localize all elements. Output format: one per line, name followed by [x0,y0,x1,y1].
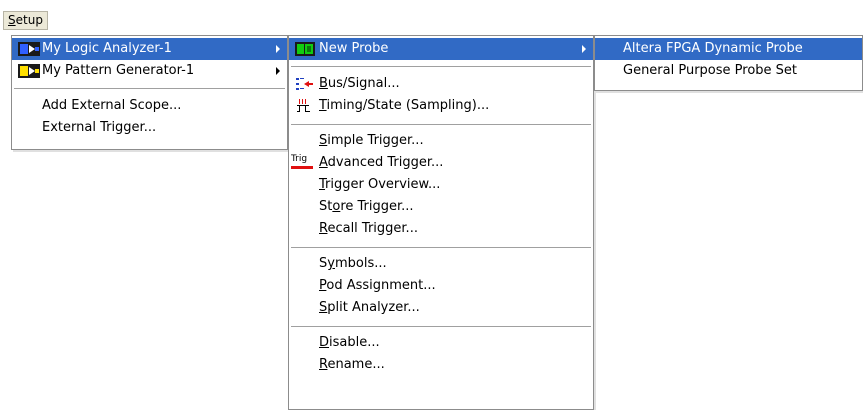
bus-signal-icon [295,77,315,91]
menu-item-rest: plit Analyzer... [327,300,420,315]
menu-separator [291,326,591,327]
menu-item-mnemonic: D [319,335,330,350]
menu-item-add-external-scope[interactable]: Add External Scope... [12,95,287,117]
menu-item-timing-state[interactable]: Timing/State (Sampling)... [289,95,593,117]
menu-separator [291,124,591,125]
menu-item-prefix: St [319,199,333,214]
menu-item-rest: rigger Overview... [325,177,441,192]
submenu-arrow-icon [276,45,280,53]
trig-badge-text: Trig [291,154,308,164]
menu-separator [291,247,591,248]
menu-item-label: Altera FPGA Dynamic Probe [623,41,803,56]
menu-item-my-pattern-generator[interactable]: My Pattern Generator-1 [12,60,287,82]
menu-item-label: External Trigger... [42,120,157,135]
new-probe-submenu: Altera FPGA Dynamic Probe General Purpos… [594,35,863,91]
advanced-trigger-icon: Trig [291,154,315,170]
menu-item-rest: od Assignment... [326,278,436,293]
trig-badge-underline [291,166,313,169]
menu-item-rest: iming/State (Sampling)... [326,98,490,113]
timing-state-icon [295,99,315,113]
new-probe-icon [295,42,315,56]
menu-item-rename[interactable]: Rename... [289,354,593,376]
menu-item-mnemonic: y [327,256,335,271]
menu-item-mnemonic: B [319,76,328,91]
menu-item-rest: imple Trigger... [327,133,424,148]
menu-setup-mnemonic: S [8,13,16,27]
menu-item-pod-assignment[interactable]: Pod Assignment... [289,275,593,297]
menu-item-label: My Logic Analyzer-1 [42,41,172,56]
menu-item-rest: mbols... [334,256,387,271]
logic-analyzer-icon [18,42,40,56]
menu-item-label: New Probe [319,41,389,56]
setup-menu: My Logic Analyzer-1 My Pattern Generator… [11,35,288,150]
menu-item-altera-fpga-dynamic-probe[interactable]: Altera FPGA Dynamic Probe [595,38,862,60]
menu-item-disable[interactable]: Disable... [289,332,593,354]
menu-item-bus-signal[interactable]: Bus/Signal... [289,73,593,95]
menu-item-recall-trigger[interactable]: Recall Trigger... [289,218,593,240]
menu-separator [14,88,285,89]
menu-setup-rest: etup [15,13,43,27]
menu-item-advanced-trigger[interactable]: Trig Advanced Trigger... [289,152,593,174]
menu-item-split-analyzer[interactable]: Split Analyzer... [289,297,593,319]
menu-item-general-purpose-probe-set[interactable]: General Purpose Probe Set [595,60,862,82]
menu-item-rest: ename... [327,357,385,372]
menu-item-rest: dvanced Trigger... [327,155,444,170]
submenu-arrow-icon [582,45,586,53]
menu-item-store-trigger[interactable]: Store Trigger... [289,196,593,218]
menu-item-my-logic-analyzer[interactable]: My Logic Analyzer-1 [12,38,287,60]
menu-item-symbols[interactable]: Symbols... [289,253,593,275]
menu-item-label: General Purpose Probe Set [623,63,798,78]
menu-item-rest: re Trigger... [340,199,414,214]
menu-item-trigger-overview[interactable]: Trigger Overview... [289,174,593,196]
menu-item-rest: isable... [329,335,380,350]
menu-item-new-probe[interactable]: New Probe [289,38,593,60]
menu-item-mnemonic: T [319,98,327,113]
submenu-arrow-icon [276,67,280,75]
menu-separator [291,66,591,67]
menu-item-rest: us/Signal... [327,76,400,91]
pattern-generator-icon [18,64,40,78]
menu-item-label: My Pattern Generator-1 [42,63,195,78]
menu-item-simple-trigger[interactable]: Simple Trigger... [289,130,593,152]
menu-item-rest: ecall Trigger... [327,221,418,236]
menu-item-mnemonic: A [319,155,328,170]
menu-item-label: Add External Scope... [42,98,182,113]
menu-setup[interactable]: Setup [3,11,48,30]
menu-item-external-trigger[interactable]: External Trigger... [12,117,287,139]
logic-analyzer-submenu: New Probe Bus/Signal... Timing/State (Sa… [288,35,594,410]
